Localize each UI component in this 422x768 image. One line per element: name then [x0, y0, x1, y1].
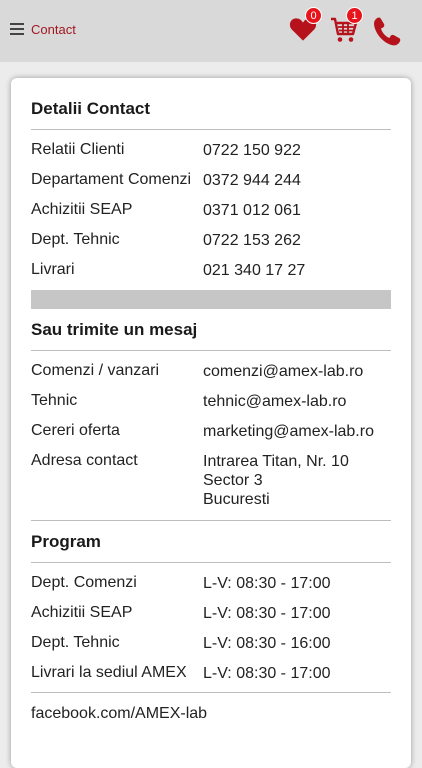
section-separator: [31, 290, 391, 309]
phone-link[interactable]: 0722 153 262: [203, 231, 301, 250]
phone-icon: [374, 17, 401, 46]
wishlist-button[interactable]: 0: [289, 7, 322, 47]
schedule-hours: L-V: 08:30 - 17:00: [203, 575, 331, 592]
email-label: Tehnic: [31, 392, 78, 409]
schedule-hours: L-V: 08:30 - 17:00: [203, 665, 331, 682]
email-label: Cereri oferta: [31, 422, 120, 439]
schedule-hours: L-V: 08:30 - 16:00: [203, 635, 331, 652]
schedule-label: Dept. Comenzi: [31, 574, 137, 591]
schedule-label: Dept. Tehnic: [31, 634, 120, 651]
contact-label: Achizitii SEAP: [31, 201, 133, 218]
contact-label: Departament Comenzi: [31, 171, 192, 188]
section-heading-program: Program: [31, 532, 101, 551]
phone-link[interactable]: 0722 150 922: [203, 141, 301, 160]
wishlist-badge: 0: [305, 7, 322, 24]
contact-label: Relatii Clienti: [31, 141, 125, 158]
top-bar: Contact 0 1: [0, 0, 422, 62]
cart-button[interactable]: 1: [330, 7, 363, 49]
facebook-link[interactable]: facebook.com/AMEX-lab: [31, 705, 207, 723]
phone-button[interactable]: [372, 15, 402, 52]
hamburger-icon[interactable]: [10, 23, 24, 37]
address-label: Adresa contact: [31, 452, 138, 469]
section-heading-contact: Detalii Contact: [31, 99, 151, 118]
schedule-hours: L-V: 08:30 - 17:00: [203, 605, 331, 622]
address-line: Sector 3: [203, 472, 263, 489]
address-value: Intrarea Titan, Nr. 10 Sector 3 Bucurest…: [203, 452, 349, 509]
divider: [31, 520, 391, 521]
section-heading-message: Sau trimite un mesaj: [31, 320, 198, 339]
email-link[interactable]: comenzi@amex-lab.ro: [203, 362, 363, 381]
email-link[interactable]: marketing@amex-lab.ro: [203, 422, 374, 441]
cart-badge: 1: [346, 7, 363, 24]
address-line: Bucuresti: [203, 491, 270, 508]
divider: [31, 692, 391, 693]
email-link[interactable]: tehnic@amex-lab.ro: [203, 392, 346, 411]
contact-card: Detalii Contact Relatii Clienti 0722 150…: [11, 78, 411, 768]
divider: [31, 129, 391, 130]
phone-link[interactable]: 021 340 17 27: [203, 261, 305, 280]
contact-label: Dept. Tehnic: [31, 231, 120, 248]
address-line: Intrarea Titan, Nr. 10: [203, 453, 349, 470]
contact-label: Livrari: [31, 261, 75, 278]
schedule-label: Achizitii SEAP: [31, 604, 133, 621]
page-title: Contact: [31, 22, 76, 37]
email-label: Comenzi / vanzari: [31, 362, 160, 379]
divider: [31, 562, 391, 563]
divider: [31, 350, 391, 351]
phone-link[interactable]: 0371 012 061: [203, 201, 301, 220]
phone-link[interactable]: 0372 944 244: [203, 171, 301, 190]
schedule-label: Livrari la sediul AMEX: [31, 664, 187, 681]
